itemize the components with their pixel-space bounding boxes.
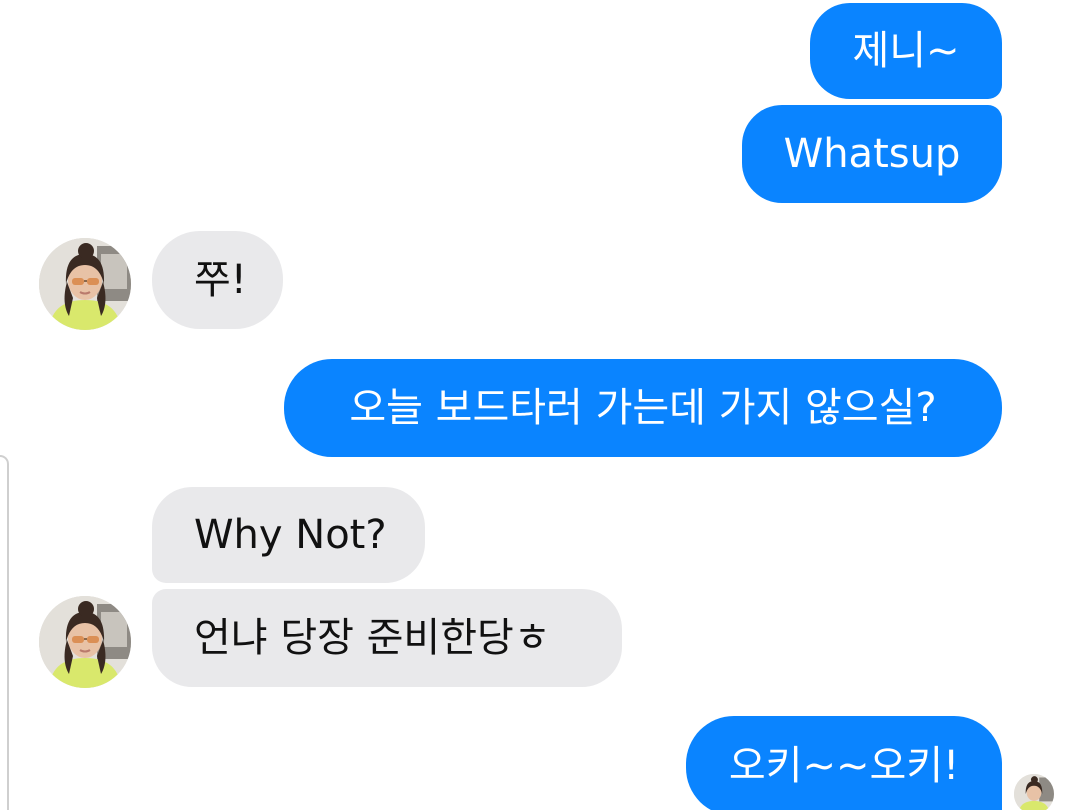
contact-avatar[interactable]	[39, 596, 131, 688]
message-text: 오늘 보드타러 가는데 가지 않으실?	[349, 385, 937, 431]
incoming-message-bubble[interactable]: 쭈!	[152, 231, 283, 329]
outgoing-message-bubble[interactable]: 오늘 보드타러 가는데 가지 않으실?	[284, 359, 1002, 457]
read-receipt-avatar	[1014, 774, 1054, 810]
message-text: 언냐 당장 준비한당ㅎ	[194, 615, 551, 661]
read-receipt-icon	[1014, 774, 1054, 810]
incoming-message-bubble[interactable]: 언냐 당장 준비한당ㅎ	[152, 589, 622, 687]
message-text: Whatsup	[783, 131, 961, 177]
panel-edge-divider	[0, 455, 9, 810]
chat-thread[interactable]: 제니~ Whatsup 쭈! 오늘 보드타러 가는데 가지 않으실? Why N…	[0, 0, 1080, 810]
avatar-photo-icon	[39, 596, 131, 688]
contact-avatar[interactable]	[39, 238, 131, 330]
message-text: 제니~	[852, 28, 960, 74]
incoming-message-bubble[interactable]: Why Not?	[152, 487, 425, 583]
outgoing-message-bubble[interactable]: 오키~~오키!	[686, 716, 1002, 810]
message-text: 쭈!	[194, 257, 247, 303]
outgoing-message-bubble[interactable]: 제니~	[810, 3, 1002, 99]
outgoing-message-bubble[interactable]: Whatsup	[742, 105, 1002, 203]
message-text: 오키~~오키!	[728, 743, 960, 789]
avatar-photo-icon	[39, 238, 131, 330]
message-text: Why Not?	[194, 512, 387, 558]
